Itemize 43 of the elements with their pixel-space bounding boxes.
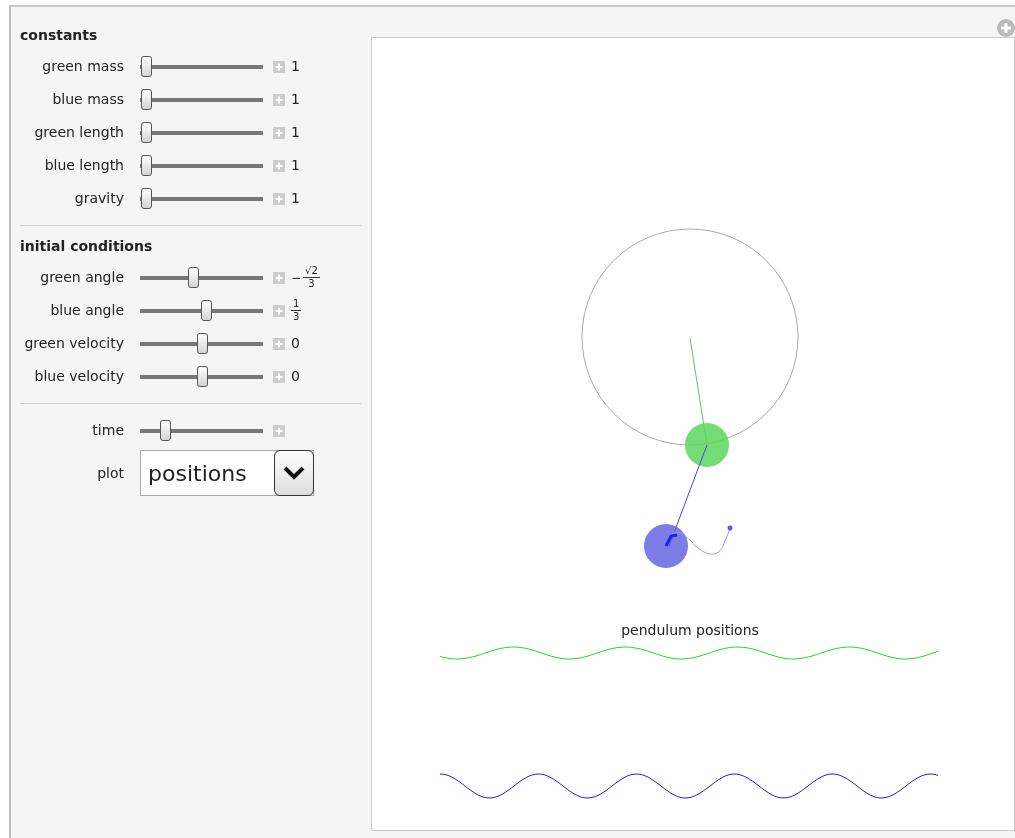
slider-thumb[interactable] <box>159 419 171 441</box>
control-label: green angle <box>39 268 125 287</box>
slider-thumb[interactable] <box>187 266 199 288</box>
slider-thumb[interactable] <box>141 154 153 176</box>
control-label: gravity <box>73 189 125 208</box>
fraction-denominator: 3 <box>293 311 300 324</box>
slider-thumb[interactable] <box>201 299 213 321</box>
slider-value: 1 <box>291 156 300 175</box>
section-title: initial conditions <box>20 237 154 256</box>
slider-value: 1 <box>291 90 300 109</box>
dropdown-button[interactable] <box>274 450 314 496</box>
control-label: blue angle <box>49 301 125 320</box>
upper-bob <box>685 423 729 467</box>
slider-thumb[interactable] <box>141 187 153 209</box>
slider-value: 0 <box>291 367 300 386</box>
plot-title: pendulum positions <box>620 621 760 640</box>
trail-drawing <box>664 525 733 555</box>
slider-thumb[interactable] <box>141 55 153 77</box>
slider-value: 0 <box>291 334 300 353</box>
fraction-denominator: 3 <box>308 278 315 291</box>
control-label: plot <box>96 463 125 483</box>
slider-thumb[interactable] <box>196 332 208 354</box>
control-label: blue length <box>43 156 125 175</box>
fraction-numerator: 1 <box>291 297 302 311</box>
lower-bob <box>644 524 688 568</box>
control-label: blue velocity <box>33 367 125 386</box>
chevron-down-icon <box>283 466 305 480</box>
control-label: blue mass <box>51 90 125 109</box>
dropdown-value: positions <box>148 459 247 488</box>
minus-sign: − <box>291 270 302 285</box>
control-label: time <box>91 421 125 440</box>
slider-value: 1 <box>291 123 300 142</box>
fraction-numerator: √2 <box>303 264 320 278</box>
control-label: green length <box>33 123 125 142</box>
plot-dropdown[interactable]: positions <box>140 450 314 496</box>
control-label: green mass <box>41 57 125 76</box>
control-label: green velocity <box>23 334 125 353</box>
slider-thumb[interactable] <box>196 365 208 387</box>
slider-value: 1 <box>291 189 300 208</box>
slider-thumb[interactable] <box>141 88 153 110</box>
slider-thumb[interactable] <box>141 121 153 143</box>
slider-value: 1 <box>291 57 300 76</box>
section-title: constants <box>20 26 99 45</box>
